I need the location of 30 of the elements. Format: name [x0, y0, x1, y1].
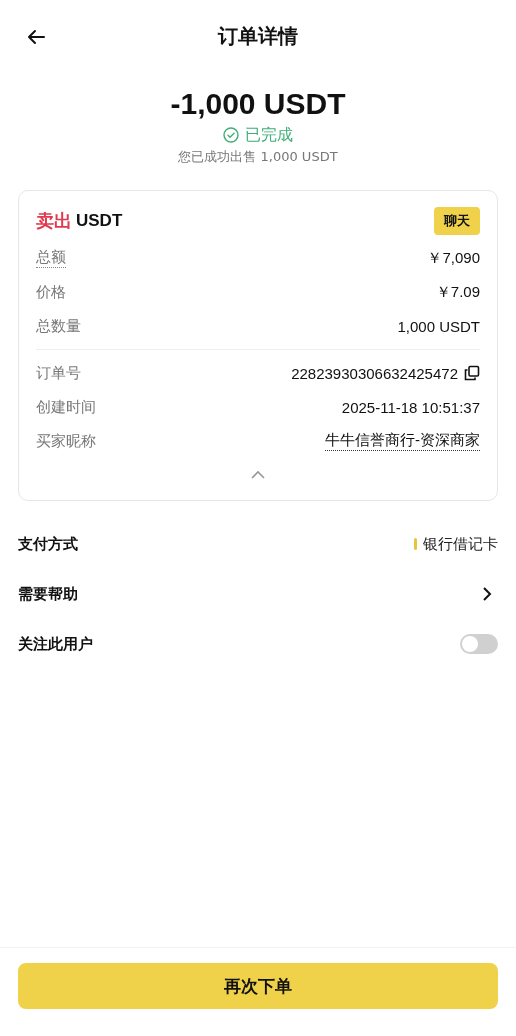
- trade-side: 卖出: [36, 209, 72, 233]
- chevron-up-icon[interactable]: [250, 470, 266, 480]
- field-label: 总额: [36, 248, 66, 268]
- page-title: 订单详情: [218, 22, 298, 50]
- field-value: 22823930306632425472: [291, 364, 458, 382]
- field-value[interactable]: 牛牛信誉商行-资深商家: [325, 431, 480, 451]
- follow-switch[interactable]: [460, 634, 498, 654]
- setting-label: 支付方式: [18, 534, 78, 554]
- order-amount: -1,000 USDT: [170, 86, 346, 122]
- field-label: 订单号: [36, 363, 81, 383]
- field-value: ￥7,090: [427, 248, 480, 268]
- reorder-button[interactable]: 再次下单: [18, 963, 498, 1009]
- field-label: 价格: [36, 282, 66, 302]
- chat-button[interactable]: 聊天: [434, 207, 480, 235]
- order-status: 已完成: [245, 124, 293, 146]
- field-value: 1,000 USDT: [397, 317, 480, 335]
- trade-asset: USDT: [76, 211, 123, 231]
- setting-label: 关注此用户: [18, 634, 93, 654]
- payment-method[interactable]: 银行借记卡: [423, 534, 498, 554]
- setting-label: 需要帮助: [18, 584, 78, 604]
- status-note: 您已成功出售 1,000 USDT: [178, 148, 338, 166]
- check-circle-icon: [223, 127, 239, 143]
- field-value: 2025-11-18 10:51:37: [341, 398, 480, 416]
- field-label: 总数量: [36, 316, 81, 336]
- field-value: ￥7.09: [435, 282, 480, 302]
- chevron-right-icon[interactable]: [482, 586, 492, 602]
- field-label: 买家昵称: [36, 431, 96, 451]
- copy-icon[interactable]: [464, 365, 480, 381]
- field-label: 创建时间: [36, 397, 96, 417]
- back-arrow-icon: [26, 27, 46, 47]
